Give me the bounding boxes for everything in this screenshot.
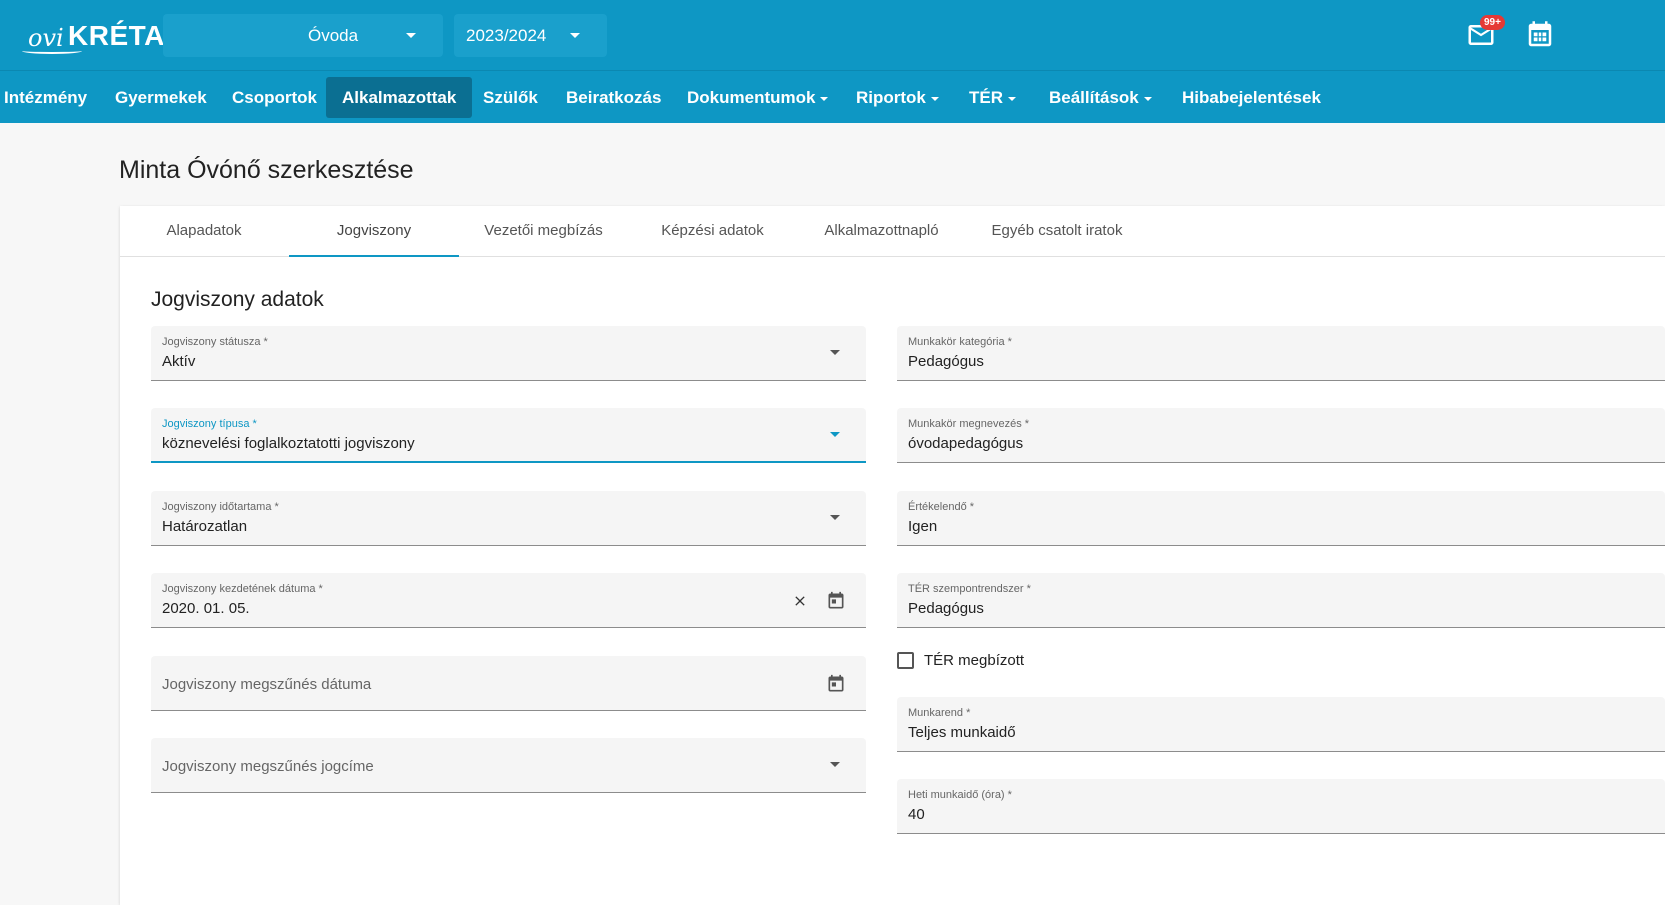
- edit-card: Alapadatok Jogviszony Vezetői megbízás K…: [120, 206, 1665, 905]
- section-title: Jogviszony adatok: [151, 288, 324, 311]
- nav-item-label: Csoportok: [232, 88, 317, 107]
- jogviszony-idotartama-select[interactable]: Jogviszony időtartama * Határozatlan: [151, 491, 866, 546]
- logo-kreta-text: KRÉTA: [68, 20, 165, 51]
- chevron-down-icon: [830, 515, 840, 520]
- calendar-icon[interactable]: [1525, 20, 1555, 50]
- nav-item-label: Riportok: [856, 88, 926, 107]
- field-label: Jogviszony kezdetének dátuma *: [162, 583, 323, 595]
- tab-label: Jogviszony: [336, 222, 412, 239]
- tab-label: Alkalmazottnapló: [824, 222, 939, 239]
- field-placeholder: Jogviszony megszűnés jogcíme: [162, 758, 374, 775]
- caret-down-icon: [1008, 96, 1016, 101]
- field-value: köznevelési foglalkoztatotti jogviszony: [162, 435, 415, 452]
- tab-label: Képzési adatok: [661, 222, 764, 239]
- chevron-down-icon: [406, 33, 416, 38]
- calendar-icon[interactable]: [826, 674, 846, 694]
- field-label: Munkakör megnevezés *: [908, 418, 1030, 430]
- close-icon[interactable]: [792, 593, 808, 609]
- nav-item-label: TÉR: [969, 88, 1003, 107]
- nav-item-ter[interactable]: TÉR: [953, 77, 1032, 118]
- logo-swoosh: [22, 48, 82, 54]
- nav-item-label: Hibabejelentések: [1182, 88, 1321, 107]
- nav-item-intezmeny[interactable]: Intézmény: [0, 77, 103, 118]
- calendar-icon[interactable]: [826, 591, 846, 611]
- school-year-selector[interactable]: 2023/2024: [454, 14, 607, 57]
- tab-label: Alapadatok: [166, 222, 242, 239]
- field-value: Határozatlan: [162, 518, 248, 535]
- nav-item-szulok[interactable]: Szülők: [467, 77, 554, 118]
- nav-item-label: Intézmény: [4, 88, 88, 107]
- ter-megbizott-label[interactable]: TÉR megbízott: [924, 652, 1024, 669]
- munkarend-field[interactable]: Munkarend * Teljes munkaidő: [897, 697, 1665, 752]
- field-value: Teljes munkaidő: [908, 724, 1016, 741]
- tab-bar: Alapadatok Jogviszony Vezetői megbízás K…: [120, 206, 1665, 257]
- school-year-selector-value: 2023/2024: [466, 26, 547, 45]
- heti-munkaido-field[interactable]: Heti munkaidő (óra) * 40: [897, 779, 1665, 834]
- caret-down-icon: [1143, 96, 1152, 101]
- tab-label: Vezetői megbízás: [484, 222, 603, 239]
- nav-item-label: Gyermekek: [115, 88, 207, 107]
- munkakor-megnevezes-field[interactable]: Munkakör megnevezés * óvodapedagógus: [897, 408, 1665, 463]
- ertekelendo-field[interactable]: Értékelendő * Igen: [897, 491, 1665, 546]
- nav-item-alkalmazottak[interactable]: Alkalmazottak: [326, 77, 473, 118]
- chevron-down-icon: [830, 762, 840, 767]
- nav-item-label: Szülők: [483, 88, 538, 107]
- jogviszony-megszunes-datum-field[interactable]: Jogviszony megszűnés dátuma: [151, 656, 866, 711]
- top-bar: ovi KRÉTA Óvoda 2023/2024 99+: [0, 0, 1665, 70]
- chevron-down-icon: [830, 432, 840, 437]
- field-label: Jogviszony időtartama *: [162, 501, 279, 513]
- main-nav: Intézmény Gyermekek Csoportok Alkalmazot…: [0, 70, 1665, 123]
- tab-alapadatok[interactable]: Alapadatok: [120, 206, 288, 257]
- munkakor-kategoria-field[interactable]: Munkakör kategória * Pedagógus: [897, 326, 1665, 381]
- chevron-down-icon: [570, 33, 580, 38]
- field-value: óvodapedagógus: [908, 435, 1024, 452]
- ter-megbizott-checkbox[interactable]: [897, 652, 914, 669]
- nav-item-gyermekek[interactable]: Gyermekek: [99, 77, 223, 118]
- tab-kepzesi-adatok[interactable]: Képzési adatok: [628, 206, 797, 257]
- field-label: Jogviszony típusa *: [162, 418, 257, 430]
- caret-down-icon: [930, 96, 939, 101]
- caret-down-icon: [820, 96, 829, 101]
- jogviszony-statusza-select[interactable]: Jogviszony státusza * Aktív: [151, 326, 866, 381]
- nav-item-csoportok[interactable]: Csoportok: [216, 77, 333, 118]
- tab-label: Egyéb csatolt iratok: [991, 222, 1123, 239]
- page-title: Minta Óvónő szerkesztése: [119, 156, 414, 184]
- tab-alkalmazottnaplo[interactable]: Alkalmazottnapló: [797, 206, 966, 257]
- nav-item-riportok[interactable]: Riportok: [840, 77, 955, 118]
- field-value: Igen: [908, 518, 938, 535]
- tab-vezetoi-megbizas[interactable]: Vezetői megbízás: [459, 206, 628, 257]
- nav-item-label: Beállítások: [1049, 88, 1139, 107]
- nav-item-dokumentumok[interactable]: Dokumentumok: [671, 77, 844, 118]
- field-value: Aktív: [162, 353, 196, 370]
- jogviszony-kezdet-datum-field[interactable]: Jogviszony kezdetének dátuma * 2020. 01.…: [151, 573, 866, 628]
- field-label: Heti munkaidő (óra) *: [908, 789, 1012, 801]
- field-value: Pedagógus: [908, 353, 984, 370]
- ovikreta-logo[interactable]: ovi KRÉTA: [20, 14, 164, 58]
- ter-szempontrendszer-field[interactable]: TÉR szempontrendszer * Pedagógus: [897, 573, 1665, 628]
- tab-jogviszony[interactable]: Jogviszony: [289, 206, 459, 257]
- institution-selector-value: Óvoda: [308, 26, 359, 45]
- nav-item-label: Beiratkozás: [566, 88, 662, 107]
- nav-item-hibabejelentesek[interactable]: Hibabejelentések: [1166, 77, 1337, 118]
- chevron-down-icon: [830, 350, 840, 355]
- field-value: 2020. 01. 05.: [162, 600, 250, 617]
- field-label: Jogviszony státusza *: [162, 336, 268, 348]
- field-placeholder: Jogviszony megszűnés dátuma: [162, 676, 372, 693]
- field-value: Pedagógus: [908, 600, 984, 617]
- field-label: Munkarend *: [908, 707, 971, 719]
- nav-item-label: Alkalmazottak: [342, 88, 457, 107]
- nav-item-beiratkozas[interactable]: Beiratkozás: [550, 77, 677, 118]
- nav-item-beallitasok[interactable]: Beállítások: [1033, 77, 1168, 118]
- field-label: Értékelendő *: [908, 501, 975, 513]
- tab-egyeb-csatolt-iratok[interactable]: Egyéb csatolt iratok: [966, 206, 1148, 257]
- field-label: Munkakör kategória *: [908, 336, 1012, 348]
- institution-selector[interactable]: Óvoda: [163, 14, 443, 57]
- mail-badge: 99+: [1480, 15, 1505, 30]
- nav-item-label: Dokumentumok: [687, 88, 816, 107]
- jogviszony-megszunes-jogcime-select[interactable]: Jogviszony megszűnés jogcíme: [151, 738, 866, 793]
- field-value: 40: [908, 806, 925, 823]
- jogviszony-tipusa-select[interactable]: Jogviszony típusa * köznevelési foglalko…: [151, 408, 866, 463]
- field-label: TÉR szempontrendszer *: [908, 583, 1031, 595]
